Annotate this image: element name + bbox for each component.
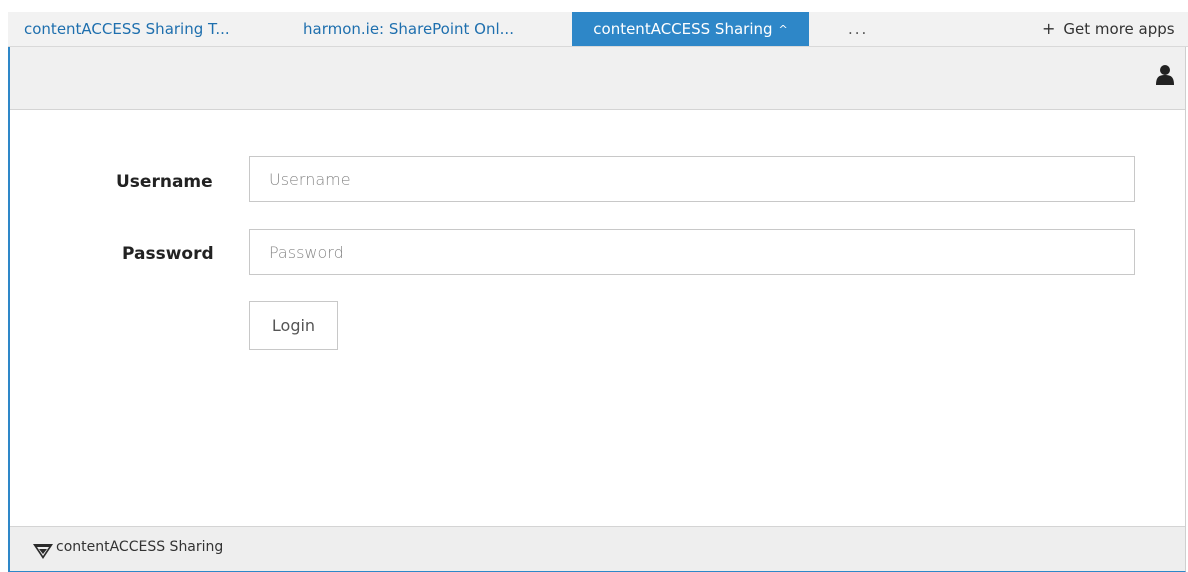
tab-label: contentACCESS Sharing	[593, 20, 773, 38]
get-more-apps-button[interactable]: + Get more apps	[1042, 12, 1175, 46]
password-input[interactable]	[249, 229, 1135, 275]
app-tab-bar: contentACCESS Sharing T... harmon.ie: Sh…	[8, 12, 1188, 47]
get-more-apps-label: Get more apps	[1063, 20, 1175, 38]
more-tabs-button[interactable]: ...	[848, 12, 868, 46]
username-label: Username	[116, 172, 213, 192]
tab-contentaccess-sharing-t[interactable]: contentACCESS Sharing T...	[24, 12, 230, 46]
panel-header	[10, 47, 1185, 110]
password-label: Password	[122, 244, 214, 264]
chevron-up-icon: ^	[778, 23, 788, 36]
user-icon[interactable]	[1155, 64, 1175, 86]
username-input[interactable]	[249, 156, 1135, 202]
contentaccess-logo-icon	[33, 544, 53, 559]
tab-contentaccess-sharing-active[interactable]: contentACCESS Sharing ^	[572, 12, 809, 46]
tab-harmonie-sharepoint[interactable]: harmon.ie: SharePoint Onl...	[303, 12, 514, 46]
addin-panel: Username Password Login contentACCESS Sh…	[8, 47, 1186, 572]
plus-icon: +	[1042, 19, 1056, 38]
panel-footer: contentACCESS Sharing	[10, 526, 1185, 571]
footer-app-name: contentACCESS Sharing	[56, 539, 224, 555]
login-button[interactable]: Login	[249, 301, 338, 350]
